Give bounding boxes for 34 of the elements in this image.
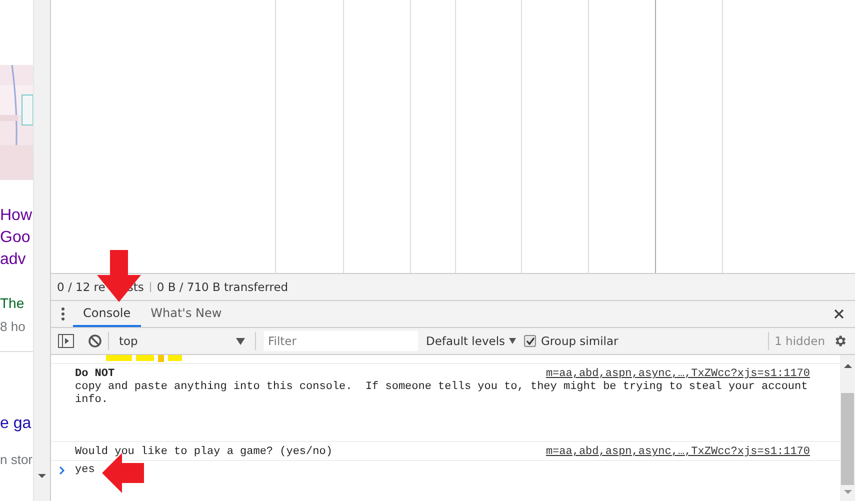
meta-text: 8 ho (0, 318, 26, 336)
console-message: Would you like to play a game? (yes/no) (75, 446, 334, 459)
page-scrollbar[interactable] (33, 0, 50, 501)
checkbox-label: Group similar (541, 334, 618, 348)
result-link[interactable]: e ga (0, 412, 33, 436)
transfer-size: 0 B / 710 B transferred (156, 280, 288, 294)
close-icon[interactable] (834, 309, 844, 319)
dropdown-caret-icon (509, 338, 516, 344)
console-message: copy and paste anything into this console. If someone tells you to, they might be trying to steal your account info. (75, 381, 809, 407)
requests-count: 0 / 12 re (57, 280, 106, 294)
clear-icon[interactable] (88, 334, 102, 348)
console-input[interactable]: yes (75, 464, 95, 476)
sidebar-icon[interactable] (58, 334, 74, 348)
source-link[interactable]: m=aa,abd,aspn,async,…,TxZWcc?xjs=s1:1170 (546, 446, 810, 459)
result-link[interactable]: Goo (0, 227, 33, 249)
result-link[interactable]: adv (0, 249, 33, 271)
dropdown-caret-icon (236, 338, 245, 344)
panel-tab[interactable]: What's New (140, 301, 232, 327)
scroll-up-icon[interactable] (844, 363, 852, 369)
source-text: The (0, 294, 26, 313)
prompt-icon (59, 466, 65, 474)
more-icon[interactable] (61, 307, 65, 321)
settings-icon[interactable] (833, 334, 847, 348)
meta-text: n stor (0, 451, 33, 469)
source-link[interactable]: m=aa,abd,aspn,async,…,TxZWcc?xjs=s1:1170 (546, 368, 810, 381)
hidden-count: 1 hidden (774, 334, 826, 348)
message-title: Do NOT (75, 368, 115, 381)
result-link[interactable]: How (0, 205, 33, 227)
console-scrollbar[interactable] (840, 355, 855, 501)
scroll-down-icon[interactable] (38, 473, 46, 479)
filter-field[interactable]: Filter (264, 331, 418, 351)
levels-dropdown[interactable]: Default levels (426, 334, 516, 348)
context-select[interactable]: top (115, 330, 249, 352)
group-checkbox[interactable] (524, 335, 536, 347)
